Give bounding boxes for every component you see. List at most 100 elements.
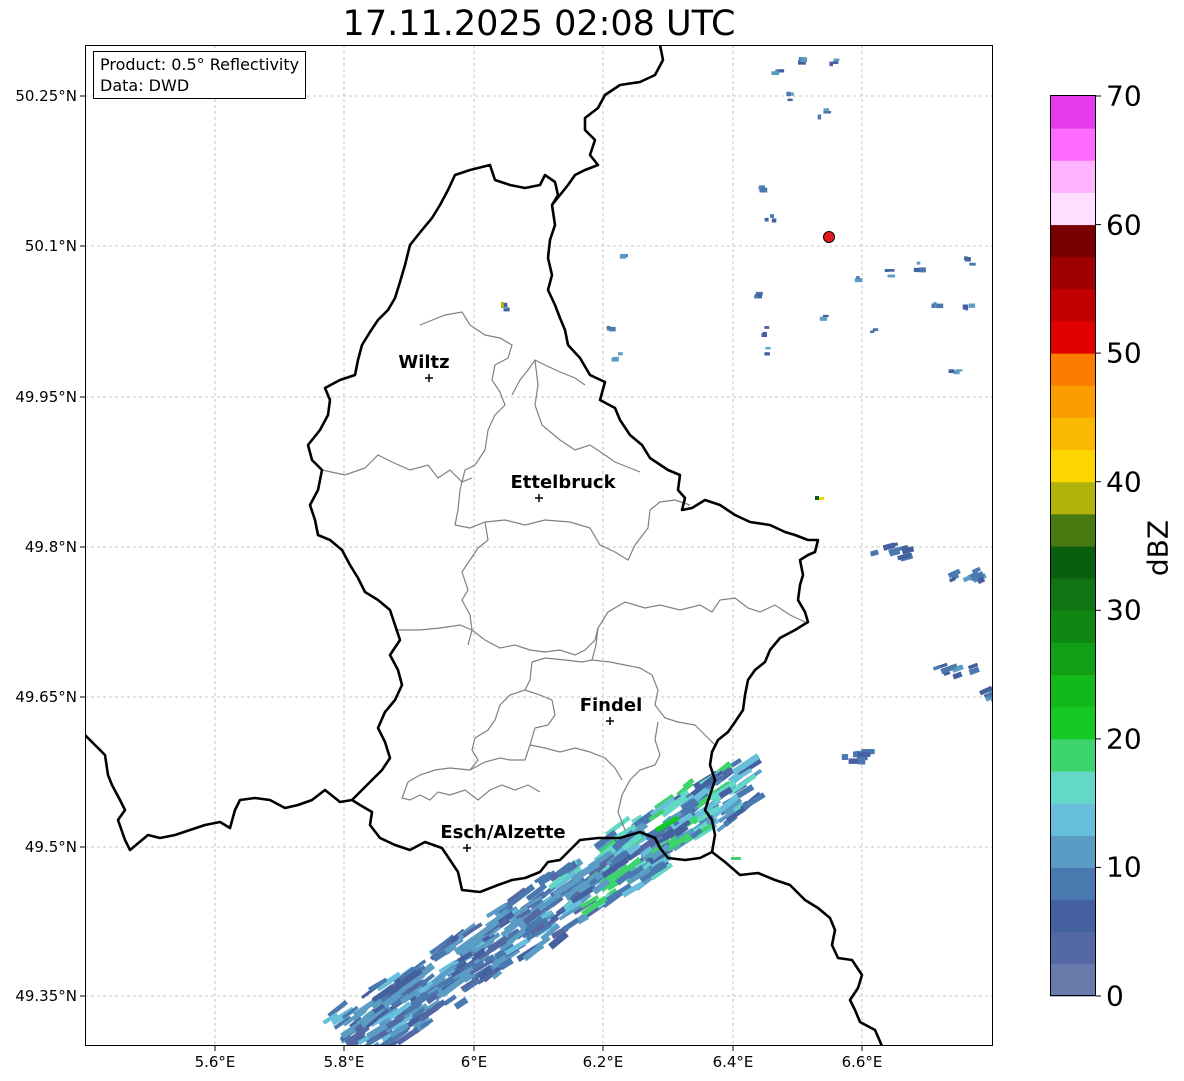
radar-echo-cell	[822, 314, 829, 318]
info-box: Product: 0.5° Reflectivity Data: DWD	[93, 51, 307, 99]
lon-label: 6°E	[460, 1053, 488, 1071]
radar-echo-cell	[771, 71, 780, 76]
radar-echo-cell	[764, 326, 770, 329]
colorbar-segment	[1050, 610, 1096, 643]
radar-echo-cell	[771, 218, 777, 223]
colorbar-segment	[1050, 546, 1096, 579]
radar-echo-cell	[872, 328, 876, 332]
radar-echo-cell	[786, 91, 791, 97]
radar-echo-cell	[453, 996, 469, 1010]
radar-echo-cell	[887, 269, 895, 272]
lat-label: 49.8°N	[24, 538, 77, 556]
colorbar-segment	[1050, 835, 1096, 868]
lon-label: 5.6°E	[194, 1053, 236, 1071]
lat-label: 50.1°N	[24, 237, 77, 255]
city-label-esch-alzette: Esch/Alzette	[440, 822, 565, 843]
colorbar-segment	[1050, 449, 1096, 483]
radar-echo-cell	[741, 792, 766, 810]
lon-label: 6.2°E	[582, 1053, 624, 1071]
canton-borders	[321, 311, 806, 831]
colorbar-segment	[1050, 385, 1096, 418]
radar-echo-cell	[562, 917, 580, 932]
colorbar-segment	[1050, 192, 1096, 226]
radar-echo-cell	[501, 302, 504, 308]
radar-echo-cell	[606, 326, 611, 330]
radar-echo-cell	[913, 267, 920, 273]
radar-echo-cell	[856, 276, 860, 279]
colorbar-segment	[1050, 578, 1096, 611]
radar-echo-cell	[612, 356, 619, 362]
colorbar-tick-label: 30	[1106, 593, 1142, 627]
colorbar-segment	[1050, 803, 1096, 836]
radar-echo-cell	[931, 303, 936, 309]
radar-echo-cell	[790, 92, 794, 96]
colorbar-tick-label: 10	[1106, 850, 1142, 884]
colorbar-segment	[1050, 738, 1096, 772]
colorbar-segment	[1050, 256, 1096, 290]
radar-echo-cell	[856, 756, 867, 761]
colorbar-segment	[1050, 706, 1096, 740]
radar-echo-cell	[800, 57, 808, 63]
country-borders	[85, 45, 884, 1046]
radar-echo-cell	[932, 665, 941, 671]
radar-echo-cell	[841, 754, 849, 760]
colorbar-segment	[1050, 771, 1096, 804]
lat-label: 49.95°N	[15, 388, 77, 406]
radar-echo-cell	[832, 61, 839, 65]
radar-echo-cell	[619, 253, 627, 259]
colorbar-segment	[1050, 513, 1096, 547]
radar-echo-cell	[764, 352, 770, 356]
radar-echo-cell	[953, 370, 960, 375]
colorbar-segment	[1050, 128, 1096, 161]
radar-echo-cell	[820, 317, 828, 321]
radar-echo-cell	[962, 304, 969, 310]
info-product: Product: 0.5° Reflectivity	[100, 55, 300, 74]
colorbar-tick-label: 0	[1106, 979, 1124, 1013]
radar-echo-cell	[857, 752, 871, 757]
radar-echo-cell	[815, 496, 819, 500]
colorbar-tick-label: 60	[1106, 208, 1142, 242]
colorbar-segment	[1050, 321, 1096, 354]
info-data-source: Data: DWD	[100, 76, 190, 95]
radar-echo-cell	[364, 1048, 389, 1066]
radar-echo-cell	[964, 257, 971, 262]
radar-echo-cell	[731, 857, 741, 860]
colorbar-segment	[1050, 160, 1096, 193]
lat-label: 49.5°N	[24, 838, 77, 856]
colorbar-segment	[1050, 867, 1096, 901]
colorbar-segment	[1050, 224, 1096, 258]
city-label-ettelbruck: Ettelbruck	[510, 472, 616, 493]
radar-echo-cell	[833, 58, 840, 62]
lat-label: 49.65°N	[15, 688, 77, 706]
colorbar-segment	[1050, 931, 1096, 965]
radar-echo-cell	[870, 549, 879, 557]
radar-echo-cell	[968, 303, 976, 308]
radar-echo-cell	[770, 214, 774, 218]
colorbar-segment	[1050, 288, 1096, 322]
colorbar-segment	[1050, 481, 1096, 515]
radar-echo-cell	[990, 694, 993, 705]
radar-echo-cell	[823, 110, 832, 114]
colorbar-segment	[1050, 963, 1096, 997]
city-label-findel: Findel	[580, 695, 643, 716]
colorbar-tick-label: 50	[1106, 336, 1142, 370]
colorbar-tick-label: 20	[1106, 722, 1142, 756]
radar-echo-cell	[764, 217, 769, 222]
radar-echo-cell	[819, 497, 824, 500]
city-ettelbruck: Ettelbruck	[510, 472, 617, 502]
lon-label: 6.6°E	[841, 1053, 883, 1071]
colorbar-segment	[1050, 96, 1096, 129]
lon-label: 5.8°E	[323, 1053, 365, 1071]
colorbar-segment	[1050, 417, 1096, 451]
colorbar-segment	[1050, 674, 1096, 708]
radar-echo-cell	[762, 331, 767, 335]
radar-echo-cell	[817, 114, 822, 120]
radar-echo-cell	[936, 303, 944, 309]
lat-label: 49.35°N	[15, 987, 77, 1005]
city-label-wiltz: Wiltz	[398, 352, 449, 373]
radar-echo-cell	[918, 267, 926, 273]
colorbar	[1050, 96, 1096, 997]
radar-echo-cell	[787, 98, 793, 102]
radar-echo-cell	[829, 61, 834, 67]
lat-label: 50.25°N	[15, 87, 77, 105]
